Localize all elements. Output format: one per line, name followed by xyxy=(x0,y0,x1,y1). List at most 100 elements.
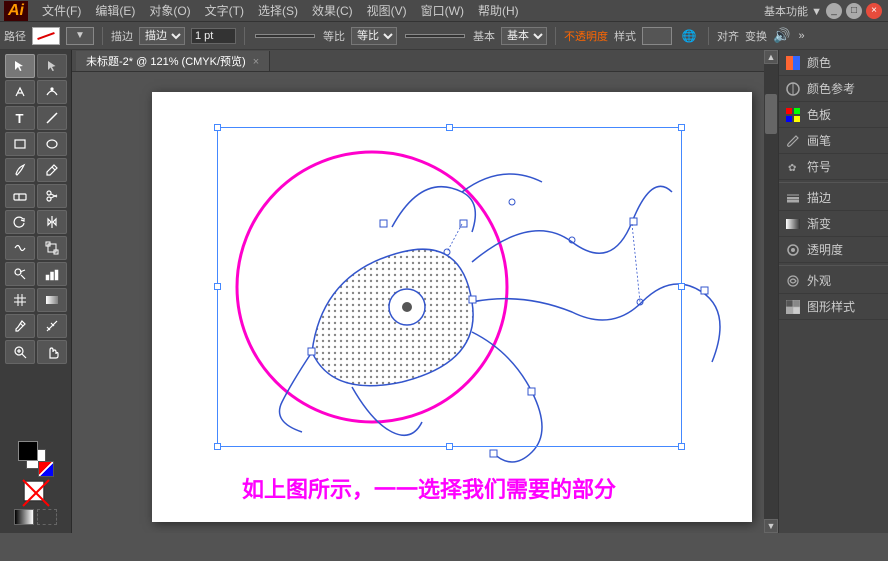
menu-select[interactable]: 选择(S) xyxy=(252,0,304,21)
eraser-tool[interactable] xyxy=(5,184,35,208)
color-swatch-area xyxy=(18,441,54,477)
panel-color-guide[interactable]: 颜色参考 xyxy=(779,76,888,102)
hand-tool[interactable] xyxy=(37,340,67,364)
canvas-tab-1[interactable]: 未标题-2* @ 121% (CMYK/预览) × xyxy=(76,51,270,71)
menu-effect[interactable]: 效果(C) xyxy=(306,0,359,21)
style-preview[interactable] xyxy=(642,27,672,45)
eyedropper-tool[interactable] xyxy=(5,314,35,338)
panel-separator-1 xyxy=(779,182,888,183)
selection-tool[interactable] xyxy=(5,54,35,78)
ellipse-tool[interactable] xyxy=(37,132,67,156)
basic-select[interactable]: 基本 xyxy=(501,27,547,45)
right-panel: 颜色 颜色参考 色板 画笔 ✿ 符号 xyxy=(778,50,888,533)
separator1 xyxy=(102,27,103,45)
line-tool[interactable] xyxy=(37,106,67,130)
titlebar-controls: 基本功能 ▼ _ □ × xyxy=(764,3,888,19)
tool-row-6 xyxy=(2,184,69,208)
type-icon: T xyxy=(16,111,24,126)
artwork-svg xyxy=(152,92,752,522)
rect-tool[interactable] xyxy=(5,132,35,156)
scroll-thumb[interactable] xyxy=(765,94,777,134)
panel-graphic-styles[interactable]: 图形样式 xyxy=(779,294,888,320)
curvature-tool[interactable] xyxy=(37,80,67,104)
panel-brushes-label: 画笔 xyxy=(807,132,831,149)
symbol-sprayer-tool[interactable] xyxy=(5,262,35,286)
dash-line-preview xyxy=(255,34,315,38)
double-arrow-icon[interactable]: » xyxy=(798,30,804,42)
foreground-color-swatch[interactable] xyxy=(18,441,38,461)
color-mode-buttons xyxy=(4,509,67,525)
separator2 xyxy=(244,27,245,45)
measure-tool[interactable] xyxy=(37,314,67,338)
menu-text[interactable]: 文字(T) xyxy=(199,0,250,21)
zoom-tool[interactable] xyxy=(5,340,35,364)
direct-selection-tool[interactable] xyxy=(37,54,67,78)
blend-select[interactable]: 等比 xyxy=(351,27,397,45)
rotate-tool[interactable] xyxy=(5,210,35,234)
paintbrush-tool[interactable] xyxy=(5,158,35,182)
tool-row-10 xyxy=(2,288,69,312)
pencil-tool[interactable] xyxy=(37,158,67,182)
symbols-icon: ✿ xyxy=(785,159,801,175)
fill-selector[interactable]: ▼ xyxy=(66,27,94,45)
speaker-icon[interactable]: 🔊 xyxy=(773,27,790,44)
pen-tool[interactable] xyxy=(5,80,35,104)
panel-transparency[interactable]: 透明度 xyxy=(779,237,888,263)
tool-row-12 xyxy=(2,340,69,364)
scroll-track xyxy=(764,64,778,519)
warp-tool[interactable] xyxy=(5,236,35,260)
scroll-up-btn[interactable]: ▲ xyxy=(764,50,778,64)
menu-view[interactable]: 视图(V) xyxy=(361,0,413,21)
column-graph-tool[interactable] xyxy=(37,262,67,286)
mesh-tool[interactable] xyxy=(5,288,35,312)
graphic-styles-icon xyxy=(785,299,801,315)
panel-stroke-label: 描边 xyxy=(807,189,831,206)
caption-text: 如上图所示，一一选择我们需要的部分 xyxy=(242,472,616,504)
menu-object[interactable]: 对象(O) xyxy=(143,0,196,21)
separator3 xyxy=(555,27,556,45)
opacity-label[interactable]: 不透明度 xyxy=(564,28,608,44)
reflect-tool[interactable] xyxy=(37,210,67,234)
color-controls xyxy=(2,437,69,529)
panel-swatches[interactable]: 色板 xyxy=(779,102,888,128)
stroke-fill-display xyxy=(22,479,50,507)
workspace-label: 基本功能 ▼ xyxy=(764,3,822,19)
scissors-tool[interactable] xyxy=(37,184,67,208)
tool-row-5 xyxy=(2,158,69,182)
menu-window[interactable]: 窗口(W) xyxy=(415,0,470,21)
panel-appearance[interactable]: 外观 xyxy=(779,268,888,294)
globe-icon[interactable]: 🌐 xyxy=(678,25,700,47)
panel-symbols[interactable]: ✿ 符号 xyxy=(779,154,888,180)
appearance-icon xyxy=(785,273,801,289)
close-button[interactable]: × xyxy=(866,3,882,19)
stroke-label: 描边 xyxy=(111,28,133,44)
stroke-weight-input[interactable] xyxy=(191,28,236,44)
panel-brushes[interactable]: 画笔 xyxy=(779,128,888,154)
swap-colors-icon[interactable] xyxy=(38,461,54,477)
ai-logo: Ai xyxy=(4,1,28,21)
separator4 xyxy=(708,27,709,45)
type-tool[interactable]: T xyxy=(5,106,35,130)
maximize-button[interactable]: □ xyxy=(846,3,862,19)
gradient-swatch[interactable] xyxy=(14,509,34,525)
color-guide-icon xyxy=(785,81,801,97)
scroll-down-btn[interactable]: ▼ xyxy=(764,519,778,533)
panel-color[interactable]: 颜色 xyxy=(779,50,888,76)
menu-help[interactable]: 帮助(H) xyxy=(472,0,525,21)
stroke-style-select[interactable]: 描边 xyxy=(139,27,185,45)
basic-label: 基本 xyxy=(473,28,495,44)
tool-row-1 xyxy=(2,54,69,78)
panel-gradient[interactable]: 渐变 xyxy=(779,211,888,237)
menu-edit[interactable]: 编辑(E) xyxy=(89,0,141,21)
stroke-color-swatch[interactable] xyxy=(32,27,60,45)
panel-stroke[interactable]: 描边 xyxy=(779,185,888,211)
no-color-swatch[interactable] xyxy=(37,509,57,525)
free-transform-tool[interactable] xyxy=(37,236,67,260)
panel-gradient-label: 渐变 xyxy=(807,215,831,232)
menu-file[interactable]: 文件(F) xyxy=(36,0,87,21)
minimize-button[interactable]: _ xyxy=(826,3,842,19)
brushes-icon xyxy=(785,133,801,149)
gradient-tool[interactable] xyxy=(37,288,67,312)
tab-close-btn[interactable]: × xyxy=(253,56,259,68)
svg-text:✿: ✿ xyxy=(788,163,796,174)
